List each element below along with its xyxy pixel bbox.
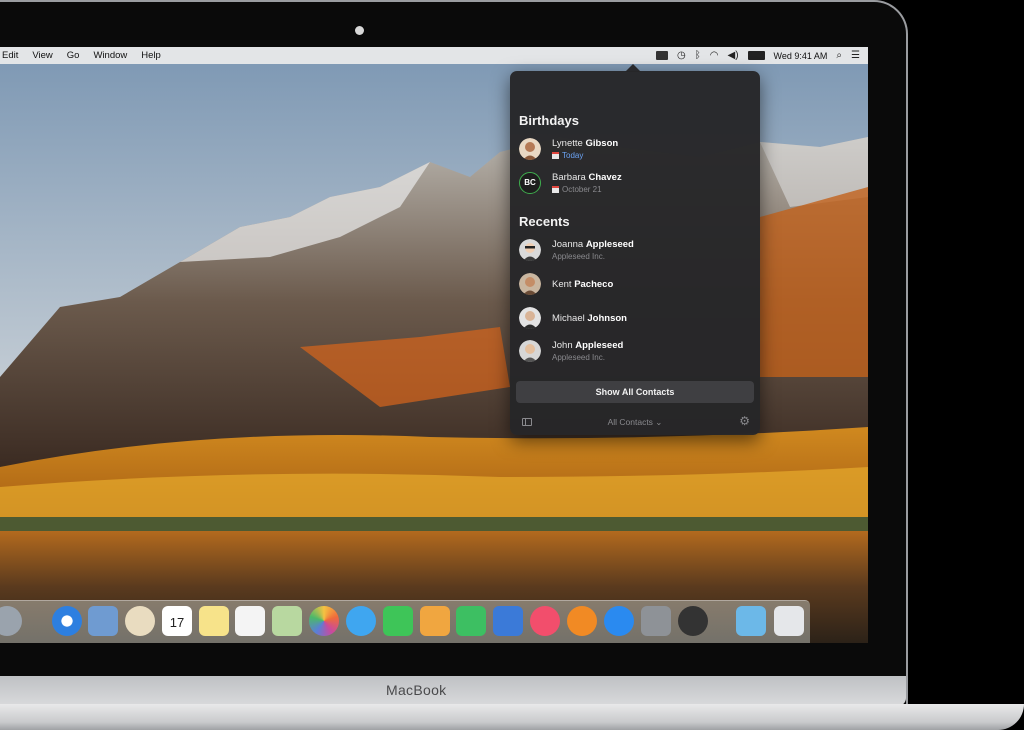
music-icon[interactable] <box>530 606 560 636</box>
spotlight-icon[interactable]: ⌕ <box>836 47 842 64</box>
birthday-row-barbara-chavez[interactable]: BC Barbara Chavez October 21 <box>519 170 751 200</box>
popover-footer: All Contacts ⌄ ⚙ <box>510 411 760 435</box>
mail-icon[interactable] <box>88 606 118 636</box>
avatar-photo <box>519 307 541 329</box>
messages-icon[interactable] <box>346 606 376 636</box>
volume-icon[interactable]: ◀) <box>728 47 739 64</box>
recent-row-joanna-appleseed[interactable]: Joanna Appleseed Appleseed Inc. <box>519 237 751 267</box>
laptop-base <box>0 676 1024 730</box>
trash-icon[interactable] <box>774 606 804 636</box>
recent-row-john-appleseed[interactable]: John Appleseed Appleseed Inc. <box>519 338 751 368</box>
contact-company: Appleseed Inc. <box>552 252 605 261</box>
contact-name: Lynette Gibson <box>552 138 619 149</box>
menu-edit[interactable]: Edit <box>2 50 18 61</box>
calendar-icon[interactable]: 17 <box>162 606 192 636</box>
laptop-brand-label: MacBook <box>386 682 447 698</box>
gear-icon[interactable]: ⚙ <box>739 414 750 428</box>
contact-name: Michael Johnson <box>552 313 627 324</box>
bluetooth-icon[interactable]: ᛒ <box>695 47 701 64</box>
recent-row-michael-johnson[interactable]: Michael Johnson <box>519 305 751 335</box>
menu-help[interactable]: Help <box>141 50 161 61</box>
menu-window[interactable]: Window <box>93 50 127 61</box>
contact-name: Barbara Chavez <box>552 172 622 183</box>
avatar-initials: BC <box>519 172 541 194</box>
contacts-menubar-icon[interactable] <box>656 51 669 60</box>
popover-arrow <box>625 64 641 72</box>
desktop-screen: Edit View Go Window Help ◷ ᛒ ◠ ◀) Wed 9:… <box>0 47 868 643</box>
time-machine-icon[interactable]: ◷ <box>677 47 686 64</box>
laptop-lip <box>0 704 1024 730</box>
facetime-icon[interactable] <box>383 606 413 636</box>
laptop-hinge <box>0 676 906 706</box>
maps-icon[interactable] <box>272 606 302 636</box>
calendar-mini-icon <box>552 152 559 159</box>
menu-extras: ◷ ᛒ ◠ ◀) Wed 9:41 AM ⌕ ☰ <box>656 47 860 64</box>
wifi-icon[interactable]: ◠ <box>710 47 719 64</box>
contacts-icon[interactable] <box>125 606 155 636</box>
contact-name: Joanna Appleseed <box>552 239 634 250</box>
app-store-icon[interactable] <box>604 606 634 636</box>
birthdays-heading: Birthdays <box>519 113 579 128</box>
birthday-date: October 21 <box>552 185 602 194</box>
menu-bar: Edit View Go Window Help ◷ ᛒ ◠ ◀) Wed 9:… <box>0 47 868 64</box>
reminders-icon[interactable] <box>235 606 265 636</box>
notes-icon[interactable] <box>199 606 229 636</box>
launchpad-icon[interactable] <box>0 606 22 636</box>
avatar-photo <box>519 239 541 261</box>
notification-center-icon[interactable]: ☰ <box>851 47 860 64</box>
birthday-row-lynette-gibson[interactable]: Lynette Gibson Today <box>519 136 751 166</box>
keynote-icon[interactable] <box>493 606 523 636</box>
calendar-day: 17 <box>169 615 185 630</box>
pages-icon[interactable] <box>420 606 450 636</box>
system-preferences-icon[interactable] <box>641 606 671 636</box>
menu-view[interactable]: View <box>32 50 52 61</box>
menubar-clock[interactable]: Wed 9:41 AM <box>774 51 828 61</box>
contact-company: Appleseed Inc. <box>552 353 605 362</box>
recents-heading: Recents <box>519 214 570 229</box>
activity-monitor-icon[interactable] <box>678 606 708 636</box>
dock: 17 <box>0 600 810 643</box>
recent-row-kent-pacheco[interactable]: Kent Pacheco <box>519 271 751 301</box>
contacts-popover: Birthdays Lynette Gibson Today BC Barbar… <box>510 64 760 435</box>
contact-name: John Appleseed <box>552 340 624 351</box>
numbers-icon[interactable] <box>456 606 486 636</box>
birthday-date: Today <box>552 151 583 160</box>
battery-icon[interactable] <box>747 51 765 60</box>
menu-go[interactable]: Go <box>67 50 80 61</box>
camera-dot <box>355 26 364 35</box>
books-icon[interactable] <box>567 606 597 636</box>
downloads-folder-icon[interactable] <box>736 606 766 636</box>
show-all-contacts-button[interactable]: Show All Contacts <box>516 381 754 403</box>
safari-icon[interactable] <box>52 606 82 636</box>
photos-icon[interactable] <box>309 606 339 636</box>
contact-name: Kent Pacheco <box>552 279 614 290</box>
avatar-initials-text: BC <box>524 178 536 187</box>
avatar-photo <box>519 273 541 295</box>
calendar-mini-icon <box>552 186 559 193</box>
group-selector[interactable]: All Contacts ⌄ <box>510 417 760 428</box>
avatar-photo <box>519 340 541 362</box>
avatar-photo <box>519 138 541 160</box>
